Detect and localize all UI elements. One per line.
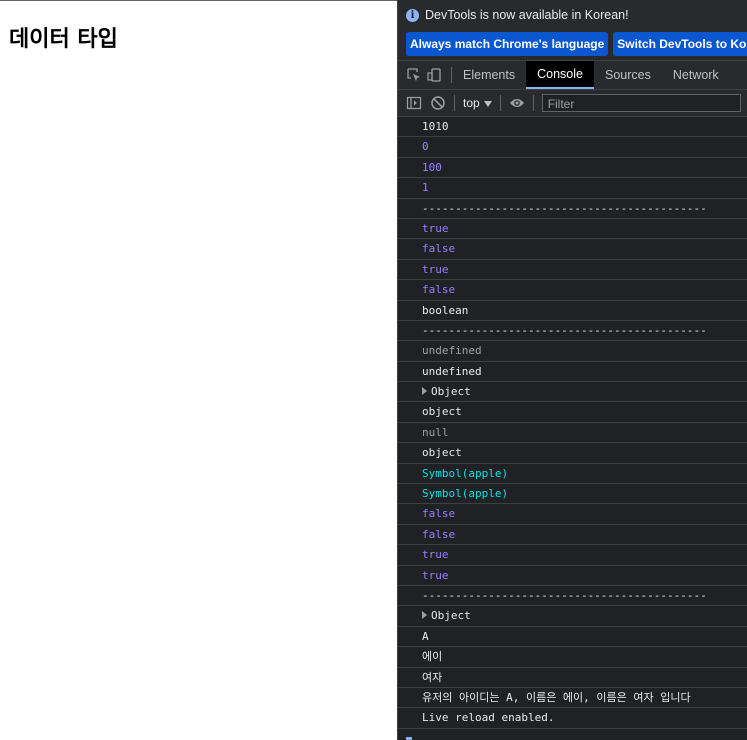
console-message: object	[398, 443, 747, 464]
console-message: 유저의 아이디는 A, 이름은 에이, 이름은 여자 입니다	[398, 688, 747, 709]
console-message-text: Object	[431, 385, 471, 399]
always-match-language-button[interactable]: Always match Chrome's language	[406, 32, 609, 56]
expand-triangle-icon[interactable]	[422, 387, 427, 396]
console-message-text: false	[422, 283, 456, 297]
console-message-text: false	[422, 242, 456, 256]
console-message: true	[398, 219, 747, 240]
inspect-icon[interactable]	[407, 68, 421, 82]
console-message: false	[398, 504, 747, 525]
console-message: 1	[398, 178, 747, 199]
console-message-text: 100	[422, 160, 442, 174]
console-message: null	[398, 423, 747, 444]
console-message-text: object	[422, 405, 462, 419]
console-message-text: boolean	[422, 303, 469, 317]
eye-icon[interactable]	[509, 95, 525, 111]
console-message-text: object	[422, 446, 462, 460]
console-message-text: 에이	[422, 650, 443, 664]
console-message-text: false	[422, 527, 456, 541]
language-infobar: i DevTools is now available in Korean! A…	[398, 0, 747, 61]
console-message: Symbol(apple)	[398, 464, 747, 485]
console-message-text: 여자	[422, 670, 443, 684]
console-message-text: undefined	[422, 344, 482, 358]
console-message: 0	[398, 137, 747, 158]
console-message: ----------------------------------------…	[398, 321, 747, 342]
console-message: Symbol(apple)	[398, 484, 747, 505]
console-message-text: null	[422, 425, 449, 439]
console-message-text: 유저의 아이디는 A, 이름은 에이, 이름은 여자 입니다	[422, 690, 691, 704]
info-icon: i	[406, 8, 419, 22]
console-message-text: true	[422, 262, 449, 276]
context-selector[interactable]: top	[463, 96, 492, 110]
console-message-text: A	[422, 629, 429, 643]
clear-console-icon[interactable]	[430, 95, 446, 111]
console-output: 1010 0 100 1 -------------------------------…	[398, 117, 747, 729]
console-message-text: Live reload enabled.	[422, 711, 555, 725]
filter-input[interactable]: Filter	[541, 94, 741, 112]
console-message: ----------------------------------------…	[398, 586, 747, 607]
console-message: true	[398, 260, 747, 281]
console-message: true	[398, 566, 747, 586]
expand-triangle-icon[interactable]	[422, 611, 427, 620]
console-message-text: 1010	[422, 120, 449, 133]
console-message: true	[398, 545, 747, 566]
tab-sources[interactable]: Sources	[594, 61, 662, 89]
console-message-text: 0	[422, 140, 429, 154]
console-message-text: ----------------------------------------…	[422, 201, 707, 215]
console-message: false	[398, 280, 747, 301]
console-message-text: true	[422, 221, 449, 235]
console-object-row[interactable]: Object	[398, 606, 747, 627]
console-message-text: 1	[422, 181, 429, 195]
console-message: 여자	[398, 668, 747, 688]
console-message: Live reload enabled.	[398, 708, 747, 729]
console-message: 100	[398, 158, 747, 179]
console-message-text: true	[422, 568, 449, 582]
console-message: false	[398, 525, 747, 546]
device-toolbar-icon[interactable]	[427, 68, 441, 82]
console-message-text: Symbol(apple)	[422, 487, 509, 501]
console-message: undefined	[398, 362, 747, 383]
console-message-text: Symbol(apple)	[422, 466, 509, 480]
console-message-text: ----------------------------------------…	[422, 323, 707, 337]
console-toolbar: top Filter	[398, 90, 747, 117]
tab-elements[interactable]: Elements	[452, 61, 526, 89]
console-message: undefined	[398, 341, 747, 362]
dropdown-arrow-icon	[483, 96, 492, 110]
devtools-panel: i DevTools is now available in Korean! A…	[397, 0, 747, 740]
console-message: boolean	[398, 301, 747, 321]
web-page: 데이터 타입	[0, 0, 397, 740]
switch-to-korean-button[interactable]: Switch DevTools to Korean	[613, 32, 747, 56]
console-message: false	[398, 239, 747, 260]
console-message-text: true	[422, 548, 449, 562]
console-message: 1010	[398, 117, 747, 138]
tab-network[interactable]: Network	[662, 61, 730, 89]
devtools-tabbar: Elements Console Sources Network	[398, 61, 747, 90]
infobar-message: DevTools is now available in Korean!	[425, 8, 629, 22]
page-title: 데이터 타입	[9, 27, 118, 52]
tab-console[interactable]: Console	[526, 61, 594, 89]
console-message: object	[398, 402, 747, 423]
console-message-text: ----------------------------------------…	[422, 588, 707, 602]
console-message: 에이	[398, 647, 747, 668]
console-object-row[interactable]: Object	[398, 382, 747, 403]
console-message-text: undefined	[422, 364, 482, 378]
sidebar-toggle-icon[interactable]	[406, 95, 422, 111]
console-message: A	[398, 627, 747, 648]
console-message-text: false	[422, 507, 456, 521]
console-message: ----------------------------------------…	[398, 199, 747, 219]
console-message-text: Object	[431, 609, 471, 623]
